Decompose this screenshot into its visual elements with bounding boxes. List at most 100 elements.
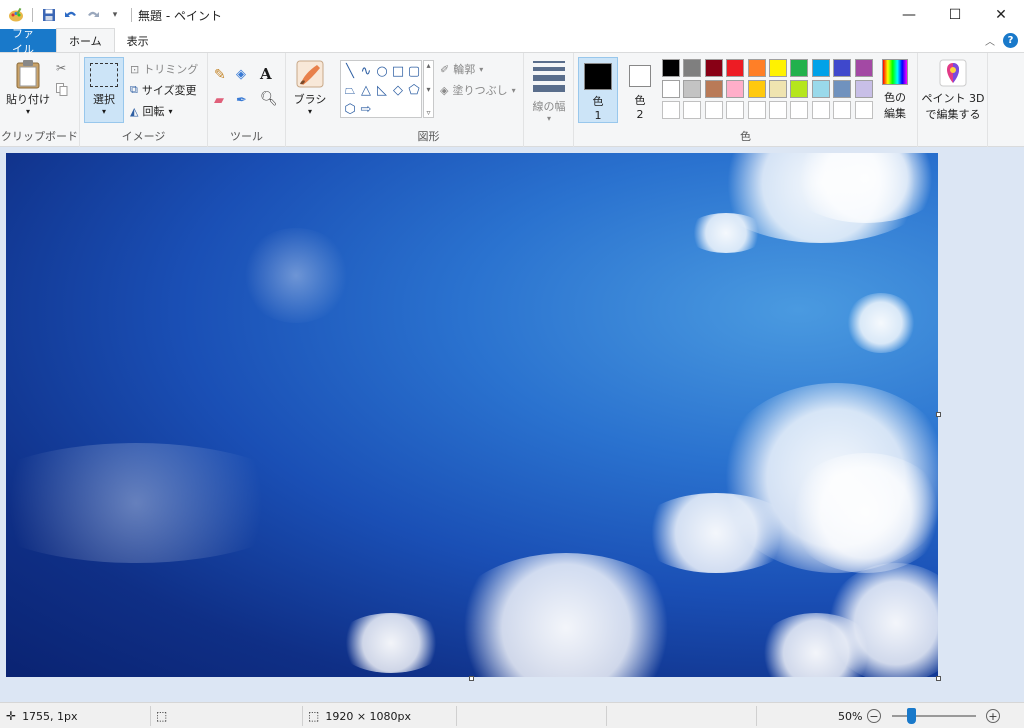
- fill-icon: ◈: [440, 83, 449, 97]
- palette-swatch[interactable]: [662, 59, 680, 77]
- status-divider: [756, 706, 757, 726]
- canvas-workspace[interactable]: [0, 147, 1024, 702]
- brushes-button[interactable]: ブラシ ▾: [290, 59, 330, 116]
- color2-button[interactable]: 色 2: [622, 57, 658, 123]
- quick-access-toolbar: ▾: [0, 7, 134, 23]
- fill-button[interactable]: ◈ 塗りつぶし ▾: [440, 82, 516, 98]
- palette-swatch[interactable]: [747, 80, 766, 98]
- cut-icon[interactable]: ✂: [56, 61, 66, 75]
- edit-in-paint3d-button[interactable]: ペイント 3D で編集する: [922, 59, 984, 122]
- fill-bucket-icon[interactable]: ◈: [236, 67, 246, 82]
- outline-button[interactable]: ✐ 輪郭 ▾: [440, 61, 483, 77]
- close-button[interactable]: ✕: [978, 0, 1024, 30]
- minimize-button[interactable]: —: [886, 0, 932, 30]
- tab-home[interactable]: ホーム: [56, 28, 115, 52]
- paint3d-label-2: で編集する: [925, 108, 981, 121]
- shapes-gallery-scroll[interactable]: ▴ ▾ ▿: [423, 60, 434, 118]
- palette-swatch[interactable]: [854, 80, 873, 98]
- zoom-slider-thumb[interactable]: [907, 708, 916, 724]
- palette-swatch[interactable]: [790, 80, 809, 98]
- zoom-out-button[interactable]: −: [867, 703, 881, 728]
- palette-swatch[interactable]: [704, 59, 723, 77]
- edit-colors-label-2: 編集: [884, 107, 906, 120]
- status-bar: ✛ 1755, 1px ⬚ ⬚ 1920 × 1080px 50% − +: [0, 702, 1024, 728]
- palette-swatch[interactable]: [683, 59, 702, 77]
- right-triangle-shape-icon[interactable]: ◺: [374, 81, 390, 100]
- scroll-down-icon[interactable]: ▾: [426, 85, 430, 94]
- paint3d-label-1: ペイント 3D: [921, 92, 985, 105]
- save-icon[interactable]: [41, 7, 57, 23]
- palette-swatch[interactable]: [769, 80, 787, 98]
- help-icon[interactable]: ?: [1003, 33, 1018, 48]
- crop-icon: ⊡: [130, 62, 140, 76]
- maximize-button[interactable]: ☐: [932, 0, 978, 30]
- rounded-rectangle-shape-icon[interactable]: ▢: [406, 62, 422, 81]
- palette-swatch[interactable]: [683, 101, 702, 119]
- paint3d-group: ペイント 3D で編集する: [918, 53, 988, 147]
- palette-swatch[interactable]: [747, 101, 766, 119]
- edit-colors-button[interactable]: 色の 編集: [876, 59, 914, 121]
- resize-handle-right[interactable]: [936, 412, 941, 417]
- pencil-icon[interactable]: ✎: [214, 67, 226, 83]
- text-tool-icon[interactable]: A: [260, 65, 272, 83]
- image-canvas[interactable]: [6, 153, 938, 677]
- magnifier-icon[interactable]: 🔍︎: [260, 91, 278, 107]
- paste-button[interactable]: 貼り付け ▾: [6, 59, 50, 116]
- resize-handle-corner[interactable]: [936, 676, 941, 681]
- palette-swatch[interactable]: [726, 59, 745, 77]
- undo-icon[interactable]: [63, 7, 79, 23]
- size-button[interactable]: 線の幅 ▾: [528, 59, 570, 123]
- diamond-shape-icon[interactable]: ◇: [390, 81, 406, 100]
- palette-swatch[interactable]: [704, 101, 723, 119]
- palette-swatch[interactable]: [854, 59, 873, 77]
- palette-swatch[interactable]: [769, 101, 787, 119]
- line-shape-icon[interactable]: ╲: [342, 62, 358, 81]
- color-picker-icon[interactable]: ✒: [236, 93, 247, 108]
- palette-swatch[interactable]: [662, 101, 680, 119]
- redo-icon[interactable]: [85, 7, 101, 23]
- rectangle-shape-icon[interactable]: □: [390, 62, 406, 81]
- hexagon-shape-icon[interactable]: ⬡: [342, 100, 358, 119]
- palette-swatch[interactable]: [769, 59, 787, 77]
- palette-swatch[interactable]: [833, 59, 852, 77]
- palette-swatch[interactable]: [854, 101, 873, 119]
- eraser-icon[interactable]: ▰: [214, 93, 224, 108]
- resize-handle-bottom[interactable]: [469, 676, 474, 681]
- color1-button[interactable]: 色 1: [578, 57, 618, 123]
- palette-swatch[interactable]: [811, 80, 830, 98]
- scroll-up-icon[interactable]: ▴: [426, 61, 430, 70]
- palette-swatch[interactable]: [833, 101, 852, 119]
- palette-swatch[interactable]: [747, 59, 766, 77]
- palette-swatch[interactable]: [790, 101, 809, 119]
- palette-swatch[interactable]: [811, 59, 830, 77]
- pentagon-shape-icon[interactable]: ⬠: [406, 81, 422, 100]
- palette-swatch[interactable]: [726, 101, 745, 119]
- copy-icon[interactable]: [56, 83, 68, 99]
- palette-swatch[interactable]: [662, 80, 680, 98]
- oval-shape-icon[interactable]: ○: [374, 62, 390, 81]
- palette-swatch[interactable]: [683, 80, 702, 98]
- select-button[interactable]: 選択 ▾: [84, 57, 124, 123]
- window-controls: — ☐ ✕: [886, 0, 1024, 30]
- palette-swatch[interactable]: [833, 80, 852, 98]
- crop-button[interactable]: ⊡ トリミング: [130, 61, 198, 77]
- collapse-ribbon-icon[interactable]: ︿: [985, 33, 995, 48]
- palette-swatch[interactable]: [811, 101, 830, 119]
- expand-gallery-icon[interactable]: ▿: [426, 108, 430, 117]
- tab-file[interactable]: ファイル: [0, 27, 56, 56]
- haze-streak: [6, 443, 306, 563]
- zoom-in-button[interactable]: +: [986, 703, 1000, 728]
- palette-swatch[interactable]: [726, 80, 745, 98]
- zoom-slider-track[interactable]: [892, 715, 976, 717]
- arrow-shape-icon[interactable]: ⇨: [358, 100, 374, 119]
- rotate-button[interactable]: ◭ 回転 ▾: [130, 103, 172, 119]
- customize-toolbar-chevron-icon[interactable]: ▾: [107, 7, 123, 23]
- tab-view[interactable]: 表示: [115, 29, 161, 52]
- paint-app-icon[interactable]: [8, 7, 24, 23]
- curve-shape-icon[interactable]: ∿: [358, 62, 374, 81]
- resize-button[interactable]: ⧉ サイズ変更: [130, 82, 197, 98]
- triangle-shape-icon[interactable]: △: [358, 81, 374, 100]
- palette-swatch[interactable]: [704, 80, 723, 98]
- palette-swatch[interactable]: [790, 59, 809, 77]
- polygon-shape-icon[interactable]: ⏢: [342, 81, 358, 100]
